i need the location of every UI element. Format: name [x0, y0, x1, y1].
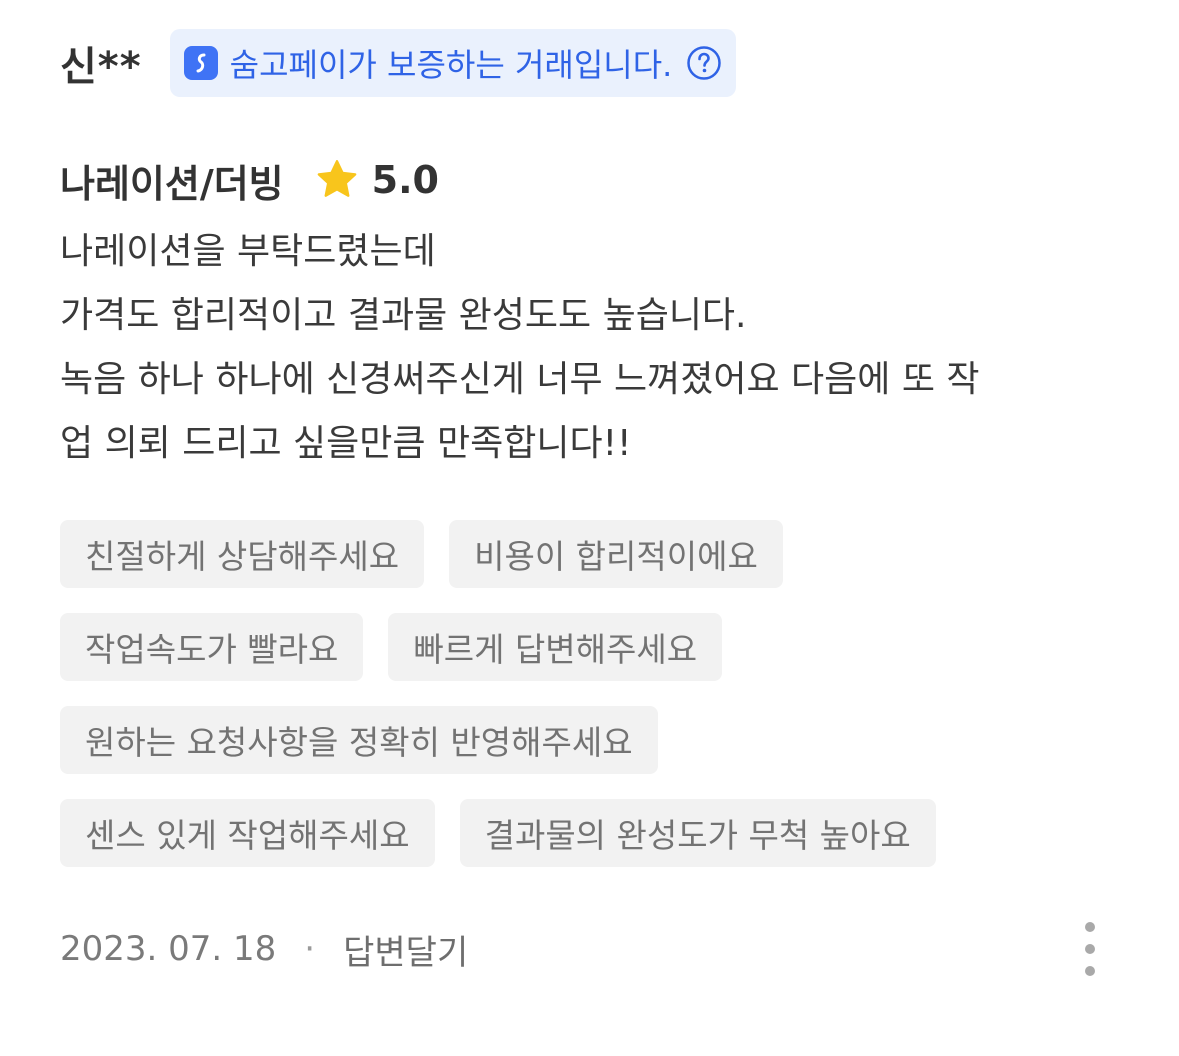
- review-tag: 비용이 합리적이에요: [449, 520, 783, 588]
- review-tag: 원하는 요청사항을 정확히 반영해주세요: [60, 706, 658, 774]
- review-date: 2023. 07. 18: [60, 929, 277, 969]
- star-icon: [317, 160, 356, 197]
- guarantee-badge[interactable]: 숨고페이가 보증하는 거래입니다.: [169, 29, 737, 97]
- guarantee-text: 숨고페이가 보증하는 거래입니다.: [229, 46, 673, 84]
- rating-value: 5.0: [371, 158, 439, 202]
- review-body-line: 가격도 합리적이고 결과물 완성도도 높습니다.: [60, 295, 747, 336]
- review-tag: 결과물의 완성도가 무척 높아요: [459, 799, 936, 867]
- tag-row: 친절하게 상담해주세요 비용이 합리적이에요: [60, 520, 1120, 588]
- service-rating-row: 나레이션/더빙 5.0: [60, 150, 1120, 210]
- separator-dot: ·: [304, 929, 316, 969]
- review-footer: 2023. 07. 18 · 답변달기: [60, 918, 1120, 980]
- service-name: 나레이션/더빙: [60, 161, 284, 206]
- review-body: 나레이션을 부탁드렸는데 가격도 합리적이고 결과물 완성도도 높습니다. 녹음…: [60, 220, 1120, 476]
- review-card: 신** 숨고페이가 보증하는 거래입니다. 나레이션/더빙 5.0 나레이션을 …: [60, 28, 1120, 867]
- review-tag: 친절하게 상담해주세요: [60, 520, 425, 588]
- more-dot: [1085, 944, 1095, 954]
- more-vertical-icon[interactable]: [1080, 922, 1100, 976]
- review-tag: 센스 있게 작업해주세요: [60, 799, 435, 867]
- reply-button[interactable]: 답변달기: [343, 925, 468, 974]
- review-tags: 친절하게 상담해주세요 비용이 합리적이에요 작업속도가 빨라요 빠르게 답변해…: [60, 520, 1120, 867]
- review-body-line: 녹음 하나 하나에 신경써주신게 너무 느껴졌어요 다음에 또 작: [60, 359, 980, 400]
- more-dot: [1085, 966, 1095, 976]
- question-circle-icon[interactable]: [686, 45, 722, 81]
- review-tag: 빠르게 답변해주세요: [388, 613, 723, 681]
- review-tag: 작업속도가 빨라요: [60, 613, 364, 681]
- tag-row: 작업속도가 빨라요 빠르게 답변해주세요: [60, 613, 1120, 681]
- review-header: 신** 숨고페이가 보증하는 거래입니다.: [60, 28, 1120, 98]
- review-body-line: 업 의뢰 드리고 싶을만큼 만족합니다!!: [60, 423, 632, 464]
- review-body-line: 나레이션을 부탁드렸는데: [60, 231, 436, 272]
- more-dot: [1085, 922, 1095, 932]
- tag-row: 센스 있게 작업해주세요 결과물의 완성도가 무척 높아요: [60, 799, 1120, 867]
- tag-row: 원하는 요청사항을 정확히 반영해주세요: [60, 706, 1120, 774]
- soomgo-pay-icon: [183, 46, 218, 80]
- reviewer-name: 신**: [60, 44, 142, 90]
